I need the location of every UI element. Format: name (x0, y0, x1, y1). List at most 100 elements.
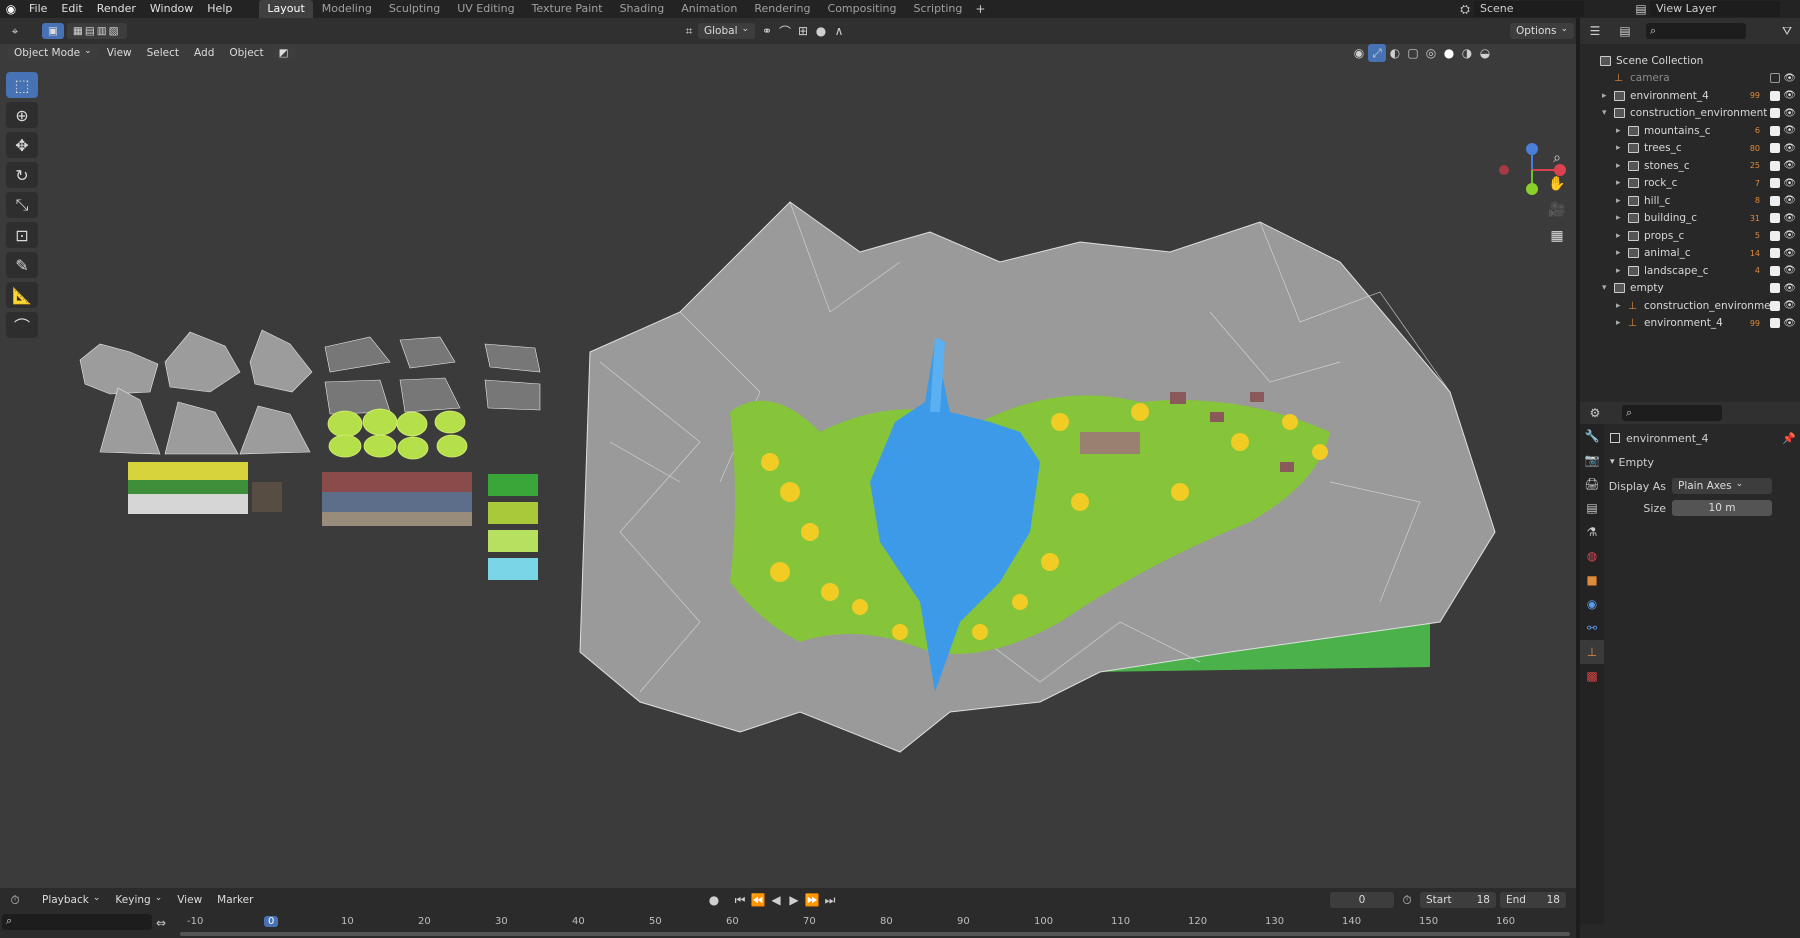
eye-icon[interactable]: 👁 (1783, 248, 1796, 259)
eye-icon[interactable]: 👁 (1783, 195, 1796, 206)
timeline-menu-keying[interactable]: Keying (109, 892, 168, 908)
expand-arrow-icon[interactable]: ▸ (1616, 318, 1628, 328)
snap-icon[interactable]: ⌒ (776, 22, 794, 40)
data-tab-icon[interactable]: ⊥ (1580, 640, 1604, 664)
editor-type-icon[interactable]: ⌖ (6, 22, 24, 40)
outliner-row-environment_4[interactable]: ▸ ⊥ environment_4 99 👁 (1580, 315, 1800, 333)
expand-arrow-icon[interactable]: ▾ (1602, 108, 1614, 118)
solid-shading-icon[interactable]: ● (1440, 44, 1458, 62)
expand-arrow-icon[interactable]: ▸ (1616, 266, 1628, 276)
menu-help[interactable]: Help (200, 0, 239, 18)
outliner-row-landscape_c[interactable]: ▸ landscape_c 4 👁 (1580, 262, 1800, 280)
object-mode-dropdown[interactable]: Object Mode (8, 45, 98, 61)
menu-render[interactable]: Render (90, 0, 143, 18)
tab-modeling[interactable]: Modeling (314, 0, 380, 18)
outliner-editor-icon[interactable]: ☰ (1586, 22, 1604, 40)
expand-arrow-icon[interactable]: ▸ (1616, 231, 1628, 241)
visibility-checkbox[interactable] (1770, 108, 1780, 119)
eye-icon[interactable]: 👁 (1783, 178, 1796, 189)
tool-tab-icon[interactable]: 🔧 (1580, 424, 1604, 448)
eye-icon[interactable]: 👁 (1783, 143, 1796, 154)
add-workspace-icon[interactable]: + (971, 0, 989, 18)
eye-icon[interactable]: 👁 (1783, 230, 1796, 241)
viewport-menu-add[interactable]: Add (188, 45, 220, 61)
filter-icon[interactable]: ⛛ (1778, 22, 1796, 40)
outliner-row-environment_4[interactable]: ▸ environment_4 99 👁 (1580, 87, 1800, 105)
tab-sculpting[interactable]: Sculpting (381, 0, 448, 18)
outliner-row-building_c[interactable]: ▸ building_c 31 👁 (1580, 210, 1800, 228)
viewport-menu-view[interactable]: View (101, 45, 138, 61)
tab-texture-paint[interactable]: Texture Paint (524, 0, 611, 18)
eye-icon[interactable]: 👁 (1783, 108, 1796, 119)
select-tool-icon[interactable]: ⬚ (6, 72, 38, 98)
pin-icon[interactable]: 📌 (1782, 432, 1796, 445)
eye-icon[interactable]: 👁 (1783, 318, 1796, 329)
overlay-icon[interactable]: ◐ (1386, 44, 1404, 62)
wireframe-shading-icon[interactable]: ◎ (1422, 44, 1440, 62)
proportional-edit-icon[interactable]: ● (812, 22, 830, 40)
outliner-row-construction_environme[interactable]: ▸ ⊥ construction_environme 👁 (1580, 297, 1800, 315)
expand-arrow-icon[interactable]: ▸ (1602, 91, 1614, 101)
physics-tab-icon[interactable]: ◉ (1580, 592, 1604, 616)
add-cube-tool-icon[interactable]: ⌒ (6, 312, 38, 338)
outliner-row-construction_environment[interactable]: ▾ construction_environment 👁 (1580, 105, 1800, 123)
visibility-checkbox[interactable] (1770, 213, 1780, 224)
timeline-editor-icon[interactable]: ⏱ (6, 891, 24, 909)
view-layer-tab-icon[interactable]: ▤ (1580, 496, 1604, 520)
expand-arrow-icon[interactable]: ▸ (1616, 126, 1628, 136)
outliner-row-props_c[interactable]: ▸ props_c 5 👁 (1580, 227, 1800, 245)
xray-icon[interactable]: ▢ (1404, 44, 1422, 62)
texture-tab-icon[interactable]: ▩ (1580, 664, 1604, 688)
tab-rendering[interactable]: Rendering (746, 0, 818, 18)
eye-icon[interactable]: 👁 (1783, 90, 1796, 101)
object-tab-icon[interactable]: ■ (1580, 568, 1604, 592)
outliner-row-hill_c[interactable]: ▸ hill_c 8 👁 (1580, 192, 1800, 210)
z-axis-icon[interactable] (1526, 143, 1538, 155)
expand-arrow-icon[interactable]: ▸ (1616, 196, 1628, 206)
select-box-tool-button[interactable]: ▣ (42, 23, 64, 39)
transform-orientation-dropdown[interactable]: Global (698, 23, 756, 39)
falloff-icon[interactable]: ∧ (830, 22, 848, 40)
move-tool-icon[interactable]: ✥ (6, 132, 38, 158)
eye-icon[interactable]: 👁 (1783, 283, 1796, 294)
properties-search-input[interactable]: ⌕ (1622, 405, 1722, 421)
outliner-row-mountains_c[interactable]: ▸ mountains_c 6 👁 (1580, 122, 1800, 140)
playhead-frame[interactable]: 0 (264, 916, 279, 927)
visibility-icon[interactable]: ◉ (1350, 44, 1368, 62)
output-tab-icon[interactable]: 🖨 (1580, 472, 1604, 496)
tab-shading[interactable]: Shading (612, 0, 673, 18)
tab-compositing[interactable]: Compositing (820, 0, 905, 18)
visibility-checkbox[interactable] (1770, 300, 1780, 311)
object-name-field[interactable]: environment_4 (1626, 432, 1709, 445)
outliner-row-empty[interactable]: ▾ empty 👁 (1580, 280, 1800, 298)
scene-selector[interactable]: Scene (1474, 1, 1584, 17)
expand-arrow-icon[interactable]: ▸ (1616, 248, 1628, 258)
material-shading-icon[interactable]: ◑ (1458, 44, 1476, 62)
neg-x-axis-icon[interactable] (1499, 165, 1509, 175)
outliner-row-trees_c[interactable]: ▸ trees_c 80 👁 (1580, 140, 1800, 158)
eye-icon[interactable]: 👁 (1783, 160, 1796, 171)
expand-arrow-icon[interactable]: ▸ (1616, 143, 1628, 153)
eye-icon[interactable]: 👁 (1783, 265, 1796, 276)
menu-window[interactable]: Window (143, 0, 200, 18)
pivot-icon[interactable]: ⚭ (758, 22, 776, 40)
3d-viewport[interactable]: ⌕ ✋ 🎥 ▦ (0, 62, 1576, 888)
expand-arrow-icon[interactable]: ▸ (1616, 178, 1628, 188)
visibility-checkbox[interactable] (1770, 265, 1780, 276)
blender-logo-icon[interactable]: ◉ (0, 0, 22, 18)
tab-scripting[interactable]: Scripting (905, 0, 970, 18)
outliner-row-rock_c[interactable]: ▸ rock_c 7 👁 (1580, 175, 1800, 193)
visibility-checkbox[interactable] (1770, 318, 1780, 329)
pan-hand-icon[interactable]: ✋ (1545, 172, 1569, 196)
outliner-search-input[interactable]: ⌕ (1646, 23, 1746, 39)
sync-icon[interactable]: ⇔ (152, 914, 170, 932)
options-dropdown[interactable]: Options (1510, 23, 1575, 39)
expand-arrow-icon[interactable]: ▾ (1602, 283, 1614, 293)
outliner-row-camera[interactable]: ⊥ camera 👁 (1580, 70, 1800, 88)
visibility-checkbox[interactable] (1770, 125, 1780, 136)
panel-collapse-icon[interactable]: ▾ (1610, 457, 1615, 467)
expand-arrow-icon[interactable]: ▸ (1616, 161, 1628, 171)
annotate-tool-icon[interactable]: ✎ (6, 252, 38, 278)
outliner-row-animal_c[interactable]: ▸ animal_c 14 👁 (1580, 245, 1800, 263)
y-axis-icon[interactable] (1526, 183, 1538, 195)
